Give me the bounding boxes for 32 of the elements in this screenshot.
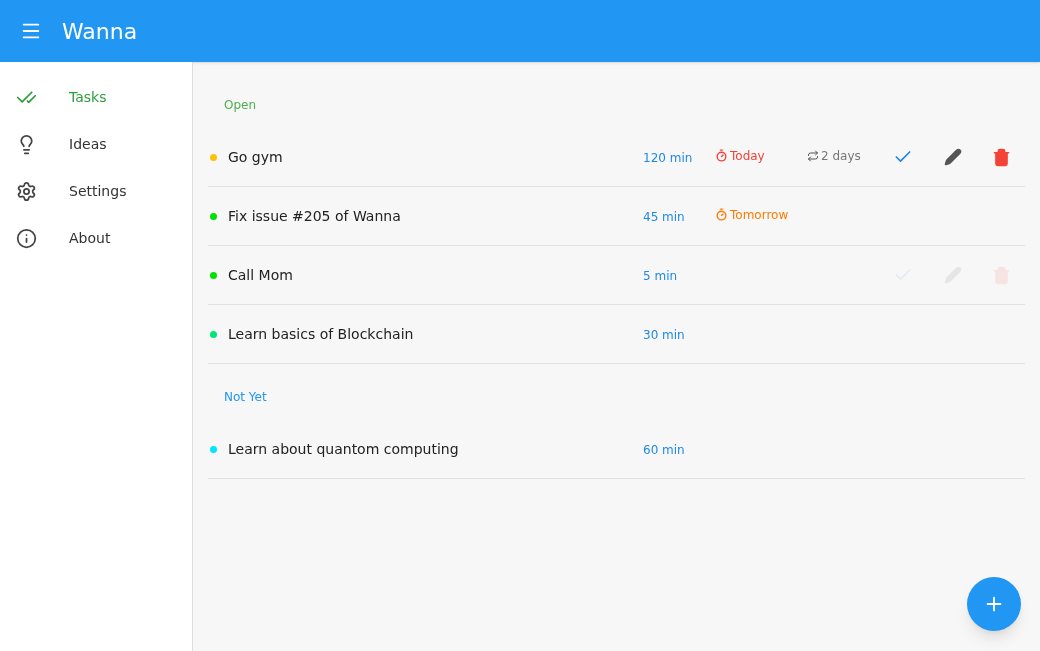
task-row[interactable]: Learn about quantom computing 60 min bbox=[208, 420, 1025, 479]
repeat-icon bbox=[807, 150, 819, 162]
task-title: Learn about quantom computing bbox=[228, 439, 460, 459]
task-title: Learn basics of Blockchain bbox=[228, 324, 415, 344]
task-row[interactable]: Learn basics of Blockchain 30 min bbox=[208, 305, 1025, 364]
app-title: Wanna bbox=[62, 17, 138, 46]
duration-label: 45 min bbox=[643, 210, 685, 224]
sidebar-item[interactable]: Settings bbox=[0, 168, 192, 215]
timer-icon bbox=[715, 149, 728, 162]
task-row[interactable]: Go gym 120 min Today 2 days bbox=[208, 128, 1025, 187]
repeat-label: 2 days bbox=[807, 147, 861, 165]
task-title: Go gym bbox=[228, 147, 284, 167]
task-row[interactable]: Fix issue #205 of Wanna 45 min Tomorrow bbox=[208, 187, 1025, 246]
info-icon bbox=[16, 228, 37, 249]
task-title: Call Mom bbox=[228, 265, 294, 285]
due-label: Tomorrow bbox=[715, 205, 789, 224]
timer-icon bbox=[715, 208, 728, 221]
duration-label: 30 min bbox=[643, 328, 685, 342]
section-heading: Open bbox=[224, 98, 257, 112]
duration-label: 120 min bbox=[643, 151, 693, 165]
settings-icon bbox=[16, 181, 37, 202]
duration-label: 5 min bbox=[643, 269, 678, 283]
sidebar-item[interactable]: Ideas bbox=[0, 121, 192, 168]
edit-button[interactable] bbox=[943, 148, 962, 166]
sidebar-item[interactable]: About bbox=[0, 215, 192, 262]
add-button[interactable] bbox=[967, 577, 1021, 631]
due-label: Today bbox=[715, 146, 765, 165]
sidebar-item[interactable]: Tasks bbox=[0, 74, 192, 121]
delete-button[interactable] bbox=[992, 147, 1011, 167]
duration-label: 60 min bbox=[643, 443, 685, 457]
section-heading: Not Yet bbox=[224, 390, 267, 404]
task-title: Fix issue #205 of Wanna bbox=[228, 206, 402, 226]
